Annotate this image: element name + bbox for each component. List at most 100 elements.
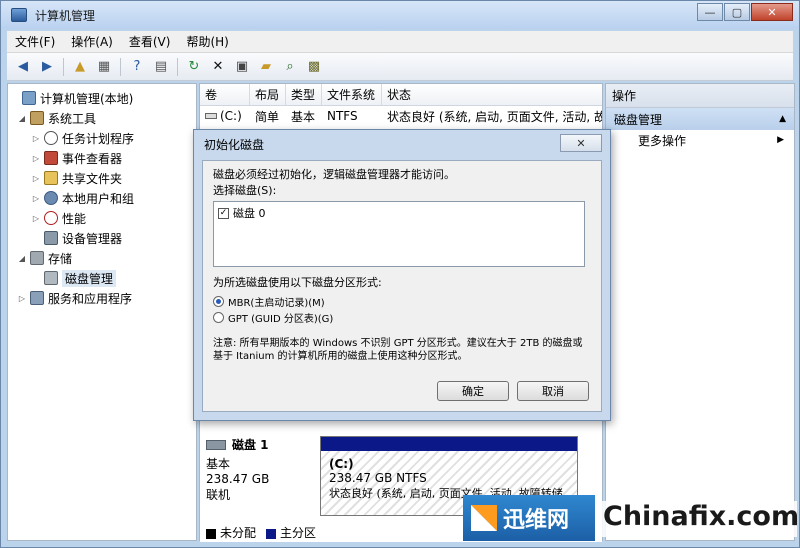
computer-management-icon — [11, 8, 27, 22]
partition-label: (C:) — [329, 457, 354, 471]
console-tree-icon[interactable]: ▦ — [94, 57, 114, 77]
dialog-close-button[interactable]: ✕ — [560, 134, 602, 152]
up-folder-icon[interactable]: ▲ — [70, 57, 90, 77]
mbr-option[interactable]: MBR(主启动记录)(M) — [213, 293, 591, 309]
refresh-icon[interactable]: ↻ — [184, 57, 204, 77]
column-header-layout[interactable]: 布局 — [250, 84, 286, 105]
more-actions-item[interactable]: 更多操作 ▶ — [606, 130, 794, 150]
close-button[interactable]: ✕ — [751, 3, 793, 21]
actions-section-disk-management[interactable]: 磁盘管理 ▲ — [606, 108, 794, 130]
toolbar-separator — [177, 57, 178, 76]
gpt-radio[interactable] — [213, 311, 224, 323]
expand-arrow-icon[interactable]: ▷ — [30, 214, 42, 223]
tree-item-label: 计算机管理(本地) — [40, 91, 134, 106]
properties-icon[interactable]: ▣ — [232, 57, 252, 77]
minimize-button[interactable]: — — [697, 3, 723, 21]
column-header-filesystem[interactable]: 文件系统 — [322, 84, 382, 105]
dialog-intro: 磁盘必须经过初始化，逻辑磁盘管理器才能访问。 — [213, 168, 455, 181]
toolbar-separator — [63, 57, 64, 76]
collapse-arrow-icon[interactable]: ◢ — [16, 254, 28, 263]
event-log-icon — [44, 151, 58, 165]
mbr-label: MBR(主启动记录)(M) — [228, 297, 325, 309]
expand-arrow-icon[interactable]: ▷ — [30, 154, 42, 163]
column-header-type[interactable]: 类型 — [286, 84, 322, 105]
partition-style-label: 为所选磁盘使用以下磁盘分区形式: — [213, 276, 382, 289]
users-icon — [44, 191, 58, 205]
actions-section-label: 磁盘管理 — [614, 112, 663, 127]
actions-pane: 操作 磁盘管理 ▲ 更多操作 ▶ — [605, 83, 795, 541]
expand-arrow-icon[interactable]: ▷ — [30, 194, 42, 203]
gpt-option[interactable]: GPT (GUID 分区表)(G) — [213, 309, 591, 325]
tree-item-system-tools[interactable]: ◢ 系统工具 — [8, 108, 196, 128]
services-icon — [30, 291, 44, 305]
volume-icon — [205, 113, 217, 119]
expand-arrow-icon[interactable]: ▷ — [16, 294, 28, 303]
dialog-title-bar[interactable]: 初始化磁盘 ✕ — [194, 130, 610, 158]
mbr-radio[interactable] — [213, 295, 224, 307]
tree-item-label: 性能 — [62, 211, 87, 226]
tree-item-local-users[interactable]: ▷ 本地用户和组 — [8, 188, 196, 208]
title-bar[interactable]: 计算机管理 — ▢ ✕ — [1, 1, 799, 29]
menu-action[interactable]: 操作(A) — [63, 33, 121, 50]
toolbar-separator — [120, 57, 121, 76]
tree-item-label: 任务计划程序 — [62, 131, 135, 146]
dialog-title: 初始化磁盘 — [204, 137, 265, 152]
type-cell: 基本 — [291, 109, 316, 124]
gpt-note: 注意: 所有早期版本的 Windows 不识别 GPT 分区形式。建议在大于 2… — [213, 338, 583, 362]
tree-item-label: 系统工具 — [48, 111, 97, 126]
action-pane-icon[interactable]: ▤ — [151, 57, 171, 77]
forward-arrow-icon[interactable]: ▶ — [37, 57, 57, 77]
layout-cell: 简单 — [255, 109, 280, 124]
ok-button[interactable]: 确定 — [437, 381, 509, 401]
cancel-button[interactable]: 取消 — [517, 381, 589, 401]
chinafix-logo-icon — [471, 505, 497, 531]
expand-arrow-icon[interactable]: ▷ — [30, 134, 42, 143]
more-actions-label: 更多操作 — [638, 133, 687, 148]
column-header-status[interactable]: 状态 — [382, 84, 602, 105]
expand-arrow-icon[interactable]: ▷ — [30, 174, 42, 183]
tree-item-label: 本地用户和组 — [62, 191, 135, 206]
actions-header: 操作 — [606, 84, 794, 108]
tree-item-device-manager[interactable]: 设备管理器 — [8, 228, 196, 248]
help-icon[interactable]: ? — [127, 57, 147, 77]
tree-item-services-apps[interactable]: ▷ 服务和应用程序 — [8, 288, 196, 308]
menu-help[interactable]: 帮助(H) — [178, 33, 236, 50]
volume-list-header: 卷 布局 类型 文件系统 状态 — [200, 84, 602, 106]
tree-item-event-viewer[interactable]: ▷ 事件查看器 — [8, 148, 196, 168]
maximize-button[interactable]: ▢ — [724, 3, 750, 21]
disk-label[interactable]: 磁盘 1 基本 238.47 GB 联机 — [206, 436, 306, 506]
volume-name: (C:) — [220, 109, 242, 123]
menu-file[interactable]: 文件(F) — [7, 33, 63, 50]
disk-settings-icon[interactable]: ▩ — [304, 57, 324, 77]
tree-item-shared-folders[interactable]: ▷ 共享文件夹 — [8, 168, 196, 188]
column-header-volume[interactable]: 卷 — [200, 84, 250, 105]
tree-item-performance[interactable]: ▷ 性能 — [8, 208, 196, 228]
disk-size: 238.47 GB — [206, 472, 270, 486]
watermark-cn-text: 迅维网 — [503, 508, 570, 533]
open-folder-icon[interactable]: ▰ — [256, 57, 276, 77]
submenu-arrow-icon: ▶ — [777, 135, 784, 145]
search-icon[interactable]: ⌕ — [280, 57, 300, 77]
menu-view[interactable]: 查看(V) — [121, 33, 179, 50]
legend-unallocated: 未分配 — [206, 524, 256, 541]
disk-0-item[interactable]: ✓ 磁盘 0 — [218, 205, 580, 221]
tree-item-label: 共享文件夹 — [62, 171, 123, 186]
dialog-buttons: 确定 取消 — [437, 381, 589, 401]
disk-name: 磁盘 1 — [232, 438, 269, 452]
table-row[interactable]: (C:) 简单 基本 NTFS 状态良好 (系统, 启动, 页面文件, 活动, … — [200, 106, 602, 126]
tree-item-storage[interactable]: ◢ 存储 — [8, 248, 196, 268]
disk-0-checkbox[interactable]: ✓ — [218, 207, 229, 219]
collapse-arrow-icon[interactable]: ◢ — [16, 114, 28, 123]
window-controls: — ▢ ✕ — [697, 3, 793, 21]
initialize-disk-dialog: 初始化磁盘 ✕ 磁盘必须经过初始化，逻辑磁盘管理器才能访问。 选择磁盘(S): … — [193, 129, 611, 421]
back-arrow-icon[interactable]: ◀ — [13, 57, 33, 77]
collapse-up-icon[interactable]: ▲ — [779, 114, 786, 124]
tree-item-disk-management[interactable]: 磁盘管理 — [8, 268, 196, 288]
tree-item-root[interactable]: 计算机管理(本地) — [8, 88, 196, 108]
delete-icon[interactable]: ✕ — [208, 57, 228, 77]
window-title: 计算机管理 — [35, 8, 96, 23]
disk-select-list[interactable]: ✓ 磁盘 0 — [213, 201, 585, 267]
tree-item-task-scheduler[interactable]: ▷ 任务计划程序 — [8, 128, 196, 148]
volume-cell: (C:) — [200, 109, 250, 123]
device-manager-icon — [44, 231, 58, 245]
